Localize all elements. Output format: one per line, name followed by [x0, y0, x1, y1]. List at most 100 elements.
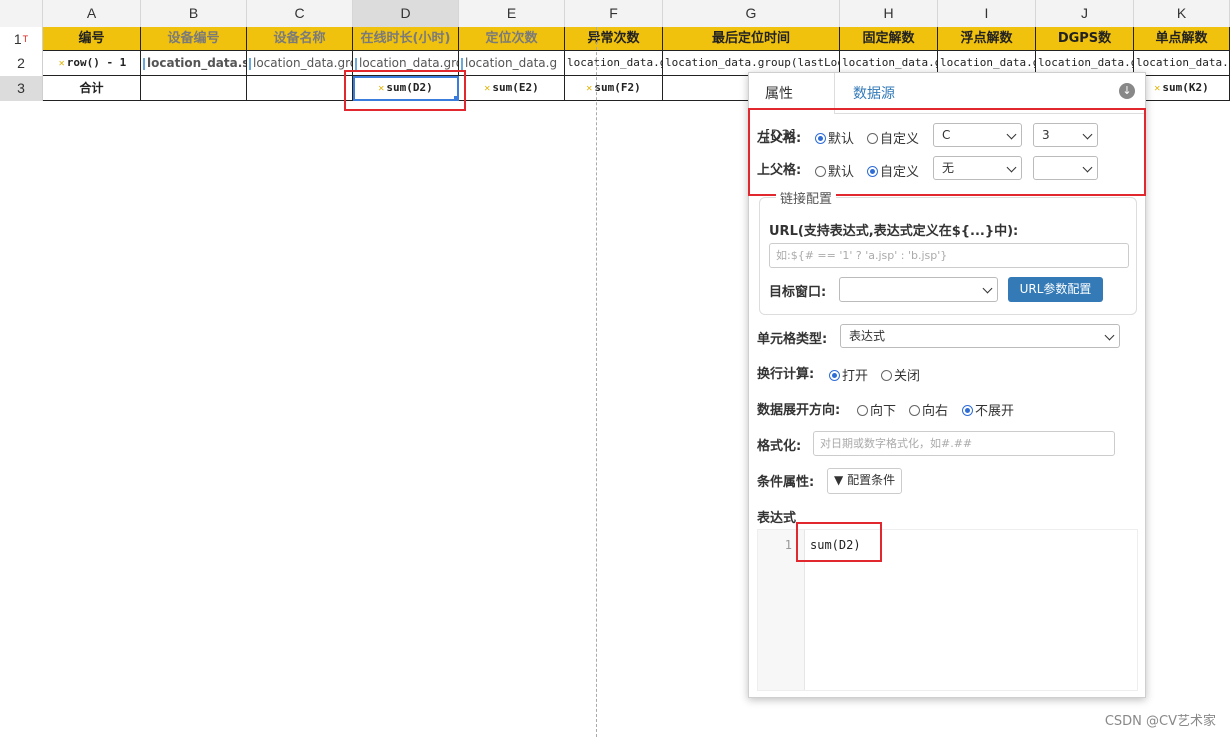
- cell-b2-text: location_data.sd: [147, 56, 247, 70]
- dataset-marker-icon: [461, 57, 463, 70]
- link-config-legend: 链接配置: [776, 188, 837, 207]
- col-header-a[interactable]: A: [43, 0, 141, 27]
- cell-d2-text: location_data.gro: [359, 56, 459, 70]
- row-flag: T: [22, 34, 29, 44]
- col-header-b[interactable]: B: [141, 0, 247, 27]
- property-panel: 属性[D3] 数据源 ↓ 左父格: 默认 自定义 C 3 上父格: 默认 自定义…: [748, 72, 1146, 698]
- line-calc-on-radio[interactable]: 打开: [829, 365, 868, 384]
- col-header-f[interactable]: F: [565, 0, 663, 27]
- col-header-d[interactable]: D: [353, 0, 459, 27]
- cell-f3[interactable]: ✕ sum(F2): [565, 76, 663, 101]
- cell-b1[interactable]: 设备编号: [141, 27, 247, 51]
- download-icon[interactable]: ↓: [1119, 83, 1135, 99]
- dataset-marker-icon: [143, 57, 145, 70]
- tab-datasource[interactable]: 数据源: [837, 73, 911, 113]
- cell-g3[interactable]: [663, 76, 753, 101]
- format-input[interactable]: 对日期或数字格式化，如#.##: [813, 431, 1115, 456]
- cell-f1[interactable]: 异常次数: [565, 27, 663, 51]
- col-header-i[interactable]: I: [938, 0, 1036, 27]
- cell-c2-text: location_data.gro: [253, 56, 353, 70]
- cell-b2[interactable]: location_data.sd: [141, 51, 247, 76]
- radio-label: 不展开: [975, 404, 1015, 419]
- url-params-button[interactable]: URL参数配置: [1008, 277, 1103, 302]
- cell-e2[interactable]: location_data.g: [459, 51, 565, 76]
- expression-marker-icon: ✕: [484, 83, 491, 94]
- expand-direction-label: 数据展开方向:: [757, 403, 841, 418]
- cell-k3[interactable]: ✕ sum(K2): [1134, 76, 1230, 101]
- radio-label: 打开: [842, 369, 869, 384]
- highlight-box-d3: [344, 70, 466, 111]
- corner-cell[interactable]: [0, 0, 43, 27]
- cell-f3-text: sum(F2): [594, 81, 641, 94]
- radio-unchecked-icon: [881, 370, 892, 381]
- format-label: 格式化:: [757, 439, 802, 454]
- button-label: 配置条件: [847, 473, 896, 487]
- cell-e1[interactable]: 定位次数: [459, 27, 565, 51]
- cell-type-select[interactable]: 表达式: [840, 324, 1120, 348]
- radio-label: 向右: [922, 404, 949, 419]
- radio-unchecked-icon: [909, 405, 920, 416]
- radio-label: 关闭: [894, 369, 921, 384]
- page-break-line: [596, 27, 597, 737]
- row-header-1[interactable]: 1T: [0, 27, 43, 51]
- cell-d1[interactable]: 在线时长(小时): [353, 27, 459, 51]
- expression-marker-icon: ✕: [586, 83, 593, 94]
- cell-k2[interactable]: location_data.g: [1134, 51, 1230, 76]
- cell-b3[interactable]: [141, 76, 247, 101]
- cell-g1[interactable]: 最后定位时间: [663, 27, 840, 51]
- dataset-marker-icon: [355, 57, 357, 70]
- cell-e3-text: sum(E2): [492, 81, 539, 94]
- col-header-g[interactable]: G: [663, 0, 840, 27]
- url-label: URL(支持表达式,表达式定义在${...}中):: [769, 224, 1019, 239]
- dataset-marker-icon: [249, 57, 251, 70]
- radio-unchecked-icon: [857, 405, 868, 416]
- radio-checked-icon: [962, 405, 973, 416]
- expression-label: 表达式: [757, 511, 797, 526]
- cell-type-label: 单元格类型:: [757, 332, 828, 347]
- target-window-select[interactable]: [839, 277, 998, 302]
- radio-label: 向下: [870, 404, 897, 419]
- cell-c2[interactable]: location_data.gro: [247, 51, 353, 76]
- cell-c1[interactable]: 设备名称: [247, 27, 353, 51]
- chevron-down-icon: [1104, 330, 1115, 341]
- expand-down-radio[interactable]: 向下: [857, 400, 896, 419]
- cell-i1[interactable]: 浮点解数: [938, 27, 1036, 51]
- cell-a3[interactable]: 合计: [43, 76, 141, 101]
- expand-none-radio[interactable]: 不展开: [962, 400, 1014, 419]
- line-calc-off-radio[interactable]: 关闭: [881, 365, 920, 384]
- expression-marker-icon: ✕: [58, 58, 65, 69]
- cell-a1[interactable]: 编号: [43, 27, 141, 51]
- target-window-label: 目标窗口:: [769, 285, 827, 300]
- cell-e3[interactable]: ✕ sum(E2): [459, 76, 565, 101]
- expand-right-radio[interactable]: 向右: [909, 400, 948, 419]
- url-input[interactable]: 如:${# == '1' ? 'a.jsp' : 'b.jsp'}: [769, 243, 1129, 268]
- expression-marker-icon: ✕: [1154, 83, 1161, 94]
- col-header-h[interactable]: H: [840, 0, 938, 27]
- cell-k3-text: sum(K2): [1162, 81, 1209, 94]
- cell-e2-text: location_data.g: [465, 56, 558, 70]
- col-header-j[interactable]: J: [1036, 0, 1134, 27]
- col-header-e[interactable]: E: [459, 0, 565, 27]
- cell-j1[interactable]: DGPS数: [1036, 27, 1134, 51]
- config-condition-button[interactable]: ▼ 配置条件: [827, 468, 903, 494]
- col-header-c[interactable]: C: [247, 0, 353, 27]
- row-header-2[interactable]: 2: [0, 51, 43, 76]
- col-header-k[interactable]: K: [1134, 0, 1230, 27]
- cell-a2[interactable]: ✕ row() - 1: [43, 51, 141, 76]
- radio-checked-icon: [829, 370, 840, 381]
- select-value: 表达式: [849, 329, 886, 343]
- watermark: CSDN @CV艺术家: [1104, 714, 1216, 729]
- cell-a2-text: row() - 1: [66, 56, 127, 69]
- cell-h1[interactable]: 固定解数: [840, 27, 938, 51]
- condition-label: 条件属性:: [757, 475, 815, 490]
- cell-k1[interactable]: 单点解数: [1134, 27, 1230, 51]
- cell-f2[interactable]: location_data.g: [565, 51, 663, 76]
- filter-icon: ▼: [834, 473, 844, 487]
- highlight-box-expression: [796, 522, 882, 562]
- line-calc-label: 换行计算:: [757, 367, 815, 382]
- chevron-down-icon: [982, 283, 993, 294]
- row-number: 1: [13, 31, 22, 47]
- column-header-bar: A B C D E F G H I J K: [0, 0, 1230, 28]
- cell-c3[interactable]: [247, 76, 353, 101]
- row-header-3[interactable]: 3: [0, 76, 43, 101]
